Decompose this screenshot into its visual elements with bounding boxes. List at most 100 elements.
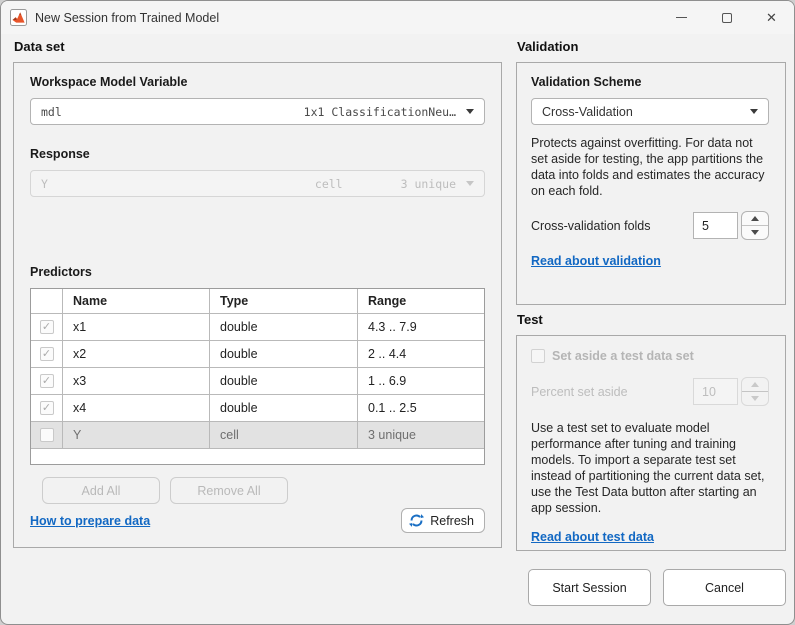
start-session-button[interactable]: Start Session bbox=[528, 569, 651, 606]
dataset-column: Data set Workspace Model Variable mdl 1x… bbox=[13, 34, 502, 606]
table-row: Y cell 3 unique bbox=[31, 422, 484, 449]
table-row: ✓ x3 double 1 .. 6.9 bbox=[31, 368, 484, 395]
spin-up-button[interactable] bbox=[742, 212, 768, 226]
percent-label: Percent set aside bbox=[531, 385, 628, 399]
dataset-panel: Workspace Model Variable mdl 1x1 Classif… bbox=[13, 62, 502, 548]
dialog-footer: Start Session Cancel bbox=[516, 569, 786, 606]
close-icon: ✕ bbox=[766, 11, 777, 24]
predictor-range: 4.3 .. 7.9 bbox=[358, 314, 484, 340]
maximize-button[interactable] bbox=[704, 1, 749, 34]
predictor-checkbox[interactable]: ✓ bbox=[40, 401, 54, 415]
remove-all-button[interactable]: Remove All bbox=[170, 477, 288, 504]
predictor-type: double bbox=[210, 341, 358, 367]
percent-input[interactable]: 10 bbox=[693, 378, 738, 405]
predictors-table: Name Type Range ✓ x1 double 4.3 .. 7.9 bbox=[30, 288, 485, 465]
window-title: New Session from Trained Model bbox=[35, 11, 219, 25]
predictors-label: Predictors bbox=[30, 265, 485, 279]
predictor-range: 0.1 .. 2.5 bbox=[358, 395, 484, 421]
predictor-name: x4 bbox=[63, 395, 210, 421]
cancel-button[interactable]: Cancel bbox=[663, 569, 786, 606]
validation-scheme-value: Cross-Validation bbox=[542, 105, 740, 119]
predictor-type: double bbox=[210, 368, 358, 394]
response-type: cell bbox=[315, 177, 343, 191]
workspace-variable-dropdown[interactable]: mdl 1x1 ClassificationNeu… bbox=[30, 98, 485, 125]
response-summary: 3 unique bbox=[401, 177, 456, 191]
matlab-icon bbox=[10, 9, 27, 26]
validation-scheme-label: Validation Scheme bbox=[531, 75, 769, 89]
folds-row: Cross-validation folds 5 bbox=[531, 211, 769, 240]
right-column: Validation Validation Scheme Cross-Valid… bbox=[516, 34, 786, 606]
dialog-window: New Session from Trained Model ✕ Data se… bbox=[0, 0, 795, 625]
workspace-variable-value: mdl bbox=[41, 105, 304, 119]
predictor-checkbox-cell: ✓ bbox=[31, 314, 63, 340]
predictor-checkbox[interactable]: ✓ bbox=[40, 347, 54, 361]
spin-down-button[interactable] bbox=[742, 392, 768, 405]
predictor-range: 3 unique bbox=[358, 422, 484, 448]
maximize-icon bbox=[722, 13, 732, 23]
predictor-checkbox-cell bbox=[31, 422, 63, 448]
test-set-checkbox-row: Set aside a test data set bbox=[531, 349, 769, 363]
refresh-button[interactable]: Refresh bbox=[401, 508, 485, 533]
minimize-button[interactable] bbox=[659, 1, 704, 34]
predictor-name: x3 bbox=[63, 368, 210, 394]
range-column-header: Range bbox=[358, 289, 484, 313]
spin-up-button[interactable] bbox=[742, 378, 768, 392]
predictor-type: double bbox=[210, 314, 358, 340]
title-bar: New Session from Trained Model ✕ bbox=[1, 1, 794, 34]
percent-spinner: 10 bbox=[693, 377, 769, 406]
predictor-buttons: Add All Remove All bbox=[30, 477, 485, 504]
response-value: Y bbox=[41, 177, 315, 191]
predictor-name: Y bbox=[63, 422, 210, 448]
folds-input[interactable]: 5 bbox=[693, 212, 738, 239]
predictor-type: double bbox=[210, 395, 358, 421]
refresh-label: Refresh bbox=[430, 514, 474, 528]
workspace-variable-label: Workspace Model Variable bbox=[30, 75, 485, 89]
table-row: ✓ x2 double 2 .. 4.4 bbox=[31, 341, 484, 368]
minimize-icon bbox=[676, 17, 687, 18]
table-row: ✓ x1 double 4.3 .. 7.9 bbox=[31, 314, 484, 341]
response-label: Response bbox=[30, 147, 485, 161]
add-all-button[interactable]: Add All bbox=[42, 477, 160, 504]
validation-heading: Validation bbox=[517, 39, 786, 54]
how-to-prepare-data-link[interactable]: How to prepare data bbox=[30, 514, 150, 528]
test-panel: Set aside a test data set Percent set as… bbox=[516, 335, 786, 551]
folds-spinner: 5 bbox=[693, 211, 769, 240]
read-about-test-data-link[interactable]: Read about test data bbox=[531, 530, 654, 544]
name-column-header: Name bbox=[63, 289, 210, 313]
table-header-row: Name Type Range bbox=[31, 289, 484, 314]
test-set-checkbox[interactable] bbox=[531, 349, 545, 363]
table-empty-row bbox=[31, 449, 484, 464]
folds-label: Cross-validation folds bbox=[531, 219, 651, 233]
chevron-down-icon bbox=[466, 109, 474, 114]
folds-spin-buttons bbox=[741, 211, 769, 240]
close-button[interactable]: ✕ bbox=[749, 1, 794, 34]
validation-scheme-dropdown[interactable]: Cross-Validation bbox=[531, 98, 769, 125]
predictor-range: 1 .. 6.9 bbox=[358, 368, 484, 394]
table-row: ✓ x4 double 0.1 .. 2.5 bbox=[31, 395, 484, 422]
predictor-type: cell bbox=[210, 422, 358, 448]
predictor-checkbox[interactable] bbox=[40, 428, 54, 442]
refresh-icon bbox=[409, 513, 424, 528]
chevron-down-icon bbox=[750, 109, 758, 114]
validation-description: Protects against overfitting. For data n… bbox=[531, 135, 769, 199]
chevron-down-icon bbox=[466, 181, 474, 186]
response-dropdown[interactable]: Y cell 3 unique bbox=[30, 170, 485, 197]
test-description: Use a test set to evaluate model perform… bbox=[531, 420, 769, 516]
percent-spin-buttons bbox=[741, 377, 769, 406]
dialog-content: Data set Workspace Model Variable mdl 1x… bbox=[1, 34, 794, 606]
percent-row: Percent set aside 10 bbox=[531, 377, 769, 406]
test-heading: Test bbox=[517, 312, 786, 327]
spin-down-button[interactable] bbox=[742, 226, 768, 239]
validation-panel: Validation Scheme Cross-Validation Prote… bbox=[516, 62, 786, 305]
read-about-validation-link[interactable]: Read about validation bbox=[531, 254, 661, 268]
predictor-checkbox[interactable]: ✓ bbox=[40, 374, 54, 388]
predictor-checkbox-cell: ✓ bbox=[31, 395, 63, 421]
dataset-footer-row: How to prepare data Refresh bbox=[30, 508, 485, 533]
dataset-heading: Data set bbox=[14, 39, 502, 54]
predictor-checkbox[interactable]: ✓ bbox=[40, 320, 54, 334]
workspace-variable-summary: 1x1 ClassificationNeu… bbox=[304, 105, 456, 119]
checkbox-column-header bbox=[31, 289, 63, 313]
window-controls: ✕ bbox=[659, 1, 794, 34]
type-column-header: Type bbox=[210, 289, 358, 313]
predictor-checkbox-cell: ✓ bbox=[31, 341, 63, 367]
